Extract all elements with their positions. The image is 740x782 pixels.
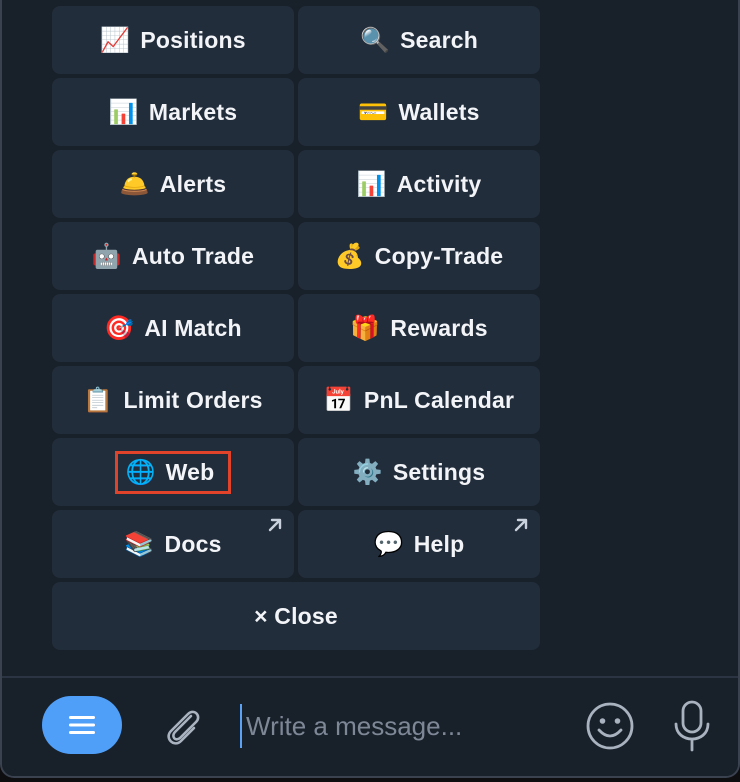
- keyboard-row: 🤖 Auto Trade 💰 Copy-Trade: [52, 222, 540, 290]
- gear-icon: ⚙️: [352, 458, 383, 486]
- external-link-arrow-icon: [268, 518, 282, 532]
- button-label: Copy-Trade: [374, 242, 504, 269]
- clipboard-icon: 📋: [83, 386, 114, 414]
- close-button[interactable]: × Close: [52, 582, 540, 650]
- robot-icon: 🤖: [91, 242, 122, 270]
- alerts-button[interactable]: 🛎️ Alerts: [52, 150, 294, 218]
- pnl-calendar-button[interactable]: 📅 PnL Calendar: [298, 366, 540, 434]
- help-button[interactable]: 💬 Help: [298, 510, 540, 578]
- chart-up-icon: 📈: [100, 26, 131, 54]
- docs-button[interactable]: 📚 Docs: [52, 510, 294, 578]
- activity-button[interactable]: 📊 Activity: [298, 150, 540, 218]
- keyboard-row: 🎯 AI Match 🎁 Rewards: [52, 294, 540, 362]
- button-label: Web: [165, 458, 215, 485]
- button-label: Activity: [396, 170, 482, 197]
- ai-match-button[interactable]: 🎯 AI Match: [52, 294, 294, 362]
- smiley-icon: [586, 702, 634, 750]
- bot-keyboard: 📈 Positions 🔍 Search 📊 Markets 💳 Wallets…: [52, 6, 540, 654]
- keyboard-row: 🌐 Web ⚙️ Settings: [52, 438, 540, 506]
- wallets-button[interactable]: 💳 Wallets: [298, 78, 540, 146]
- positions-button[interactable]: 📈 Positions: [52, 6, 294, 74]
- voice-message-button[interactable]: [668, 698, 716, 754]
- button-label: Search: [400, 26, 478, 53]
- button-label: Docs: [164, 530, 222, 557]
- attach-button[interactable]: [158, 702, 208, 752]
- limit-orders-button[interactable]: 📋 Limit Orders: [52, 366, 294, 434]
- auto-trade-button[interactable]: 🤖 Auto Trade: [52, 222, 294, 290]
- button-label: Markets: [148, 98, 238, 125]
- button-label: AI Match: [144, 314, 242, 341]
- keyboard-row: 📋 Limit Orders 📅 PnL Calendar: [52, 366, 540, 434]
- button-label: Auto Trade: [131, 242, 255, 269]
- chat-window: 📈 Positions 🔍 Search 📊 Markets 💳 Wallets…: [0, 0, 740, 778]
- button-label: Wallets: [398, 98, 480, 125]
- keyboard-row: 📚 Docs 💬 Help: [52, 510, 540, 578]
- bar-chart-icon: 📊: [356, 170, 387, 198]
- magnifier-icon: 🔍: [359, 26, 391, 54]
- message-composer: [2, 678, 738, 776]
- hamburger-icon: [69, 716, 95, 734]
- credit-card-icon: 💳: [358, 98, 389, 126]
- keyboard-row: × Close: [52, 582, 540, 650]
- button-label: PnL Calendar: [363, 386, 515, 413]
- microphone-icon: [674, 700, 710, 752]
- keyboard-row: 🛎️ Alerts 📊 Activity: [52, 150, 540, 218]
- button-label: Alerts: [159, 170, 227, 197]
- keyboard-row: 📈 Positions 🔍 Search: [52, 6, 540, 74]
- speech-bubble-icon: 💬: [373, 530, 404, 558]
- emoji-button[interactable]: [584, 700, 636, 752]
- bell-icon: 🛎️: [119, 170, 150, 198]
- globe-icon: 🌐: [125, 458, 156, 486]
- keyboard-row: 📊 Markets 💳 Wallets: [52, 78, 540, 146]
- money-bag-icon: 💰: [334, 242, 365, 270]
- external-link-arrow-icon: [514, 518, 528, 532]
- copy-trade-button[interactable]: 💰 Copy-Trade: [298, 222, 540, 290]
- target-icon: 🎯: [104, 314, 135, 342]
- button-label: Rewards: [390, 314, 488, 341]
- markets-button[interactable]: 📊 Markets: [52, 78, 294, 146]
- search-button[interactable]: 🔍 Search: [298, 6, 540, 74]
- button-label: Settings: [392, 458, 486, 485]
- button-label: Help: [413, 530, 465, 557]
- calendar-icon: 📅: [323, 386, 354, 414]
- rewards-button[interactable]: 🎁 Rewards: [298, 294, 540, 362]
- button-label: Positions: [140, 26, 246, 53]
- gift-icon: 🎁: [350, 314, 381, 342]
- bar-chart-icon: 📊: [108, 98, 139, 126]
- bot-menu-button[interactable]: [42, 696, 122, 754]
- web-button[interactable]: 🌐 Web: [52, 438, 294, 506]
- settings-button[interactable]: ⚙️ Settings: [298, 438, 540, 506]
- highlight-box: 🌐 Web: [114, 450, 232, 494]
- books-icon: 📚: [124, 530, 155, 558]
- button-label: Limit Orders: [123, 386, 263, 413]
- paperclip-icon: [167, 710, 200, 745]
- button-label: × Close: [254, 602, 338, 629]
- message-input[interactable]: [240, 704, 566, 748]
